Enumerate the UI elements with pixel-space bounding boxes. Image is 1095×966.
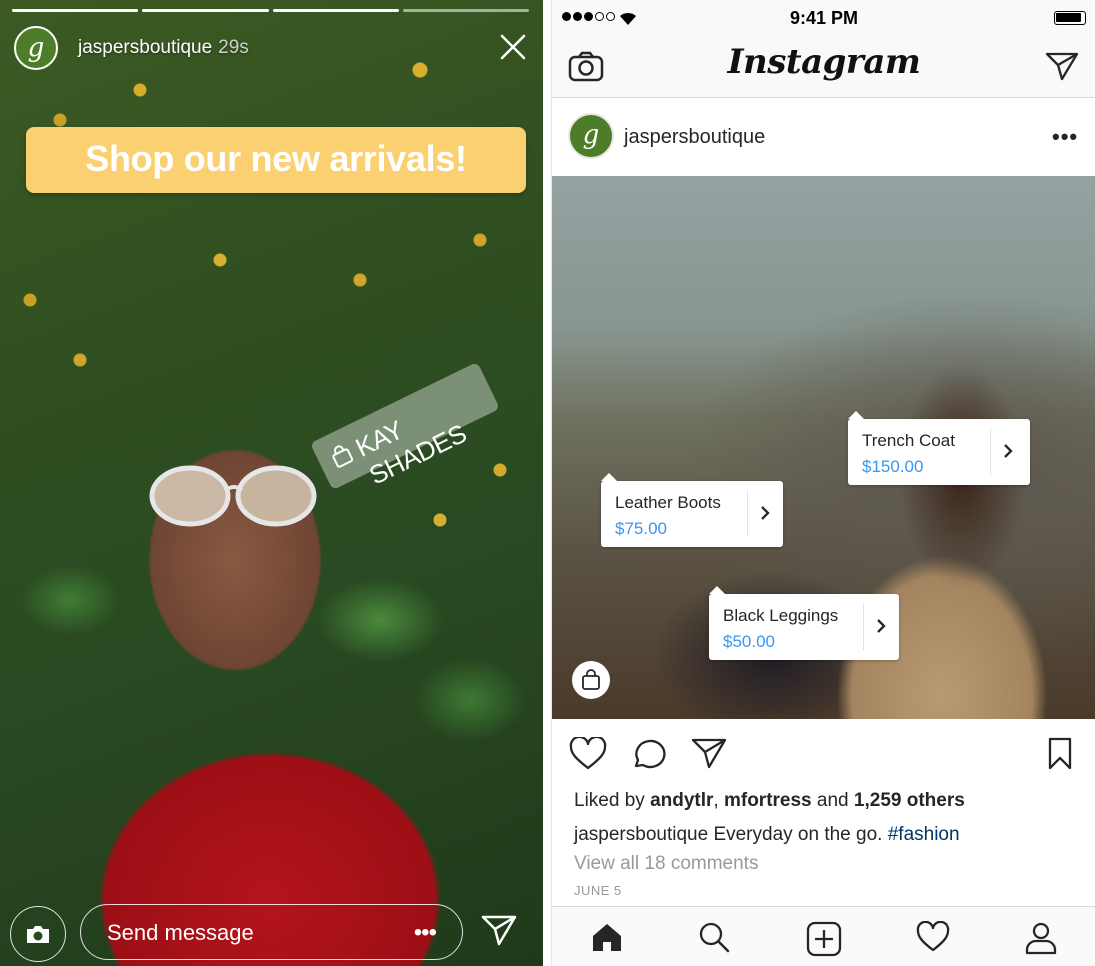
likes-separator: ,	[713, 790, 719, 811]
liked-by-user[interactable]: mfortress	[724, 790, 812, 811]
story-camera-button[interactable]	[10, 906, 66, 962]
bottom-tab-bar	[552, 906, 1095, 966]
direct-message-icon[interactable]	[480, 913, 518, 947]
story-progress-bar	[12, 9, 529, 12]
close-icon[interactable]	[497, 31, 529, 63]
chevron-right-icon	[1004, 444, 1013, 458]
story-banner-text: Shop our new arrivals!	[85, 138, 467, 179]
comment-icon[interactable]	[630, 737, 666, 771]
tag-divider	[863, 604, 864, 650]
tag-divider	[747, 491, 748, 537]
product-tag-price: $150.00	[862, 457, 924, 476]
caption-text: Everyday on the go.	[713, 824, 883, 845]
likes-and: and	[816, 790, 849, 811]
view-comments-link[interactable]: View all 18 comments	[574, 853, 758, 875]
story-progress-segment	[402, 9, 529, 12]
story-avatar[interactable]: g	[14, 26, 58, 70]
hashtag-link[interactable]: #fashion	[888, 824, 960, 845]
activity-heart-icon[interactable]	[916, 921, 950, 953]
story-progress-segment	[272, 9, 399, 12]
product-tag-price: $75.00	[615, 519, 667, 538]
direct-message-icon[interactable]	[691, 737, 727, 769]
product-tag[interactable]: Black Leggings $50.00	[709, 586, 899, 660]
product-tag-name: Leather Boots	[615, 493, 721, 512]
product-tag[interactable]: Trench Coat $150.00	[848, 411, 1030, 485]
story-view[interactable]: g jaspersboutique 29s Shop our new arriva…	[0, 0, 543, 966]
post-avatar[interactable]: g	[568, 113, 614, 159]
likes-summary: Liked by andytlr, mfortress and 1,259 ot…	[574, 790, 965, 812]
post-username[interactable]: jaspersboutique	[624, 126, 765, 149]
add-icon[interactable]	[806, 921, 842, 957]
battery-icon	[1054, 11, 1086, 25]
post-photo[interactable]: Trench Coat $150.00 Leather Boots $75.00…	[552, 176, 1095, 719]
story-header: jaspersboutique 29s	[78, 37, 249, 59]
caption-username[interactable]: jaspersboutique	[574, 824, 708, 845]
likes-prefix: Liked by	[574, 790, 645, 811]
story-banner-sticker: Shop our new arrivals!	[26, 127, 526, 193]
post-caption: jaspersboutique Everyday on the go. #fas…	[574, 824, 960, 846]
likes-count[interactable]: 1,259 others	[854, 790, 965, 811]
top-navigation: Instagram	[552, 36, 1095, 98]
product-tag-name: Black Leggings	[723, 606, 839, 625]
story-progress-segment	[12, 9, 139, 12]
send-message-placeholder: Send message	[107, 920, 254, 945]
story-time-ago: 29s	[218, 37, 249, 58]
product-tag-price: $50.00	[723, 632, 775, 651]
bookmark-icon[interactable]	[1047, 737, 1073, 771]
avatar-letter: g	[582, 120, 600, 150]
product-sticker[interactable]: KAY SHADES	[310, 361, 500, 491]
search-icon[interactable]	[698, 921, 730, 953]
shopping-bag-icon	[582, 669, 600, 690]
post-date: JUNE 5	[574, 883, 622, 898]
story-username[interactable]: jaspersboutique	[78, 37, 212, 58]
heart-icon[interactable]	[569, 737, 607, 771]
product-sticker-label: KAY SHADES	[350, 414, 471, 491]
status-bar: 9:41 PM	[552, 0, 1095, 36]
status-time: 9:41 PM	[789, 8, 859, 28]
product-tag-name: Trench Coat	[862, 431, 955, 450]
more-options-icon[interactable]: •••	[1052, 124, 1078, 150]
post-header: g jaspersboutique •••	[552, 98, 1095, 176]
chevron-right-icon	[761, 506, 770, 520]
liked-by-user[interactable]: andytlr	[650, 790, 713, 811]
direct-message-icon[interactable]	[1045, 51, 1079, 81]
send-message-input[interactable]: Send message •••	[80, 904, 463, 960]
more-options-icon[interactable]: •••	[414, 919, 437, 947]
shop-tags-button[interactable]	[572, 661, 610, 699]
post-actions	[552, 719, 1095, 789]
chevron-right-icon	[877, 619, 886, 633]
story-progress-segment	[142, 9, 269, 12]
instagram-logo: Instagram	[727, 42, 921, 82]
home-icon[interactable]	[590, 921, 624, 953]
tag-divider	[990, 429, 991, 475]
avatar-letter: g	[27, 33, 45, 63]
shopping-bag-icon	[332, 445, 354, 468]
feed-view: 9:41 PM Instagram g jaspersboutique ••• …	[551, 0, 1095, 966]
camera-icon	[27, 926, 49, 943]
product-tag[interactable]: Leather Boots $75.00	[601, 473, 783, 547]
sunglasses-graphic	[149, 465, 317, 527]
profile-icon[interactable]	[1024, 921, 1058, 955]
